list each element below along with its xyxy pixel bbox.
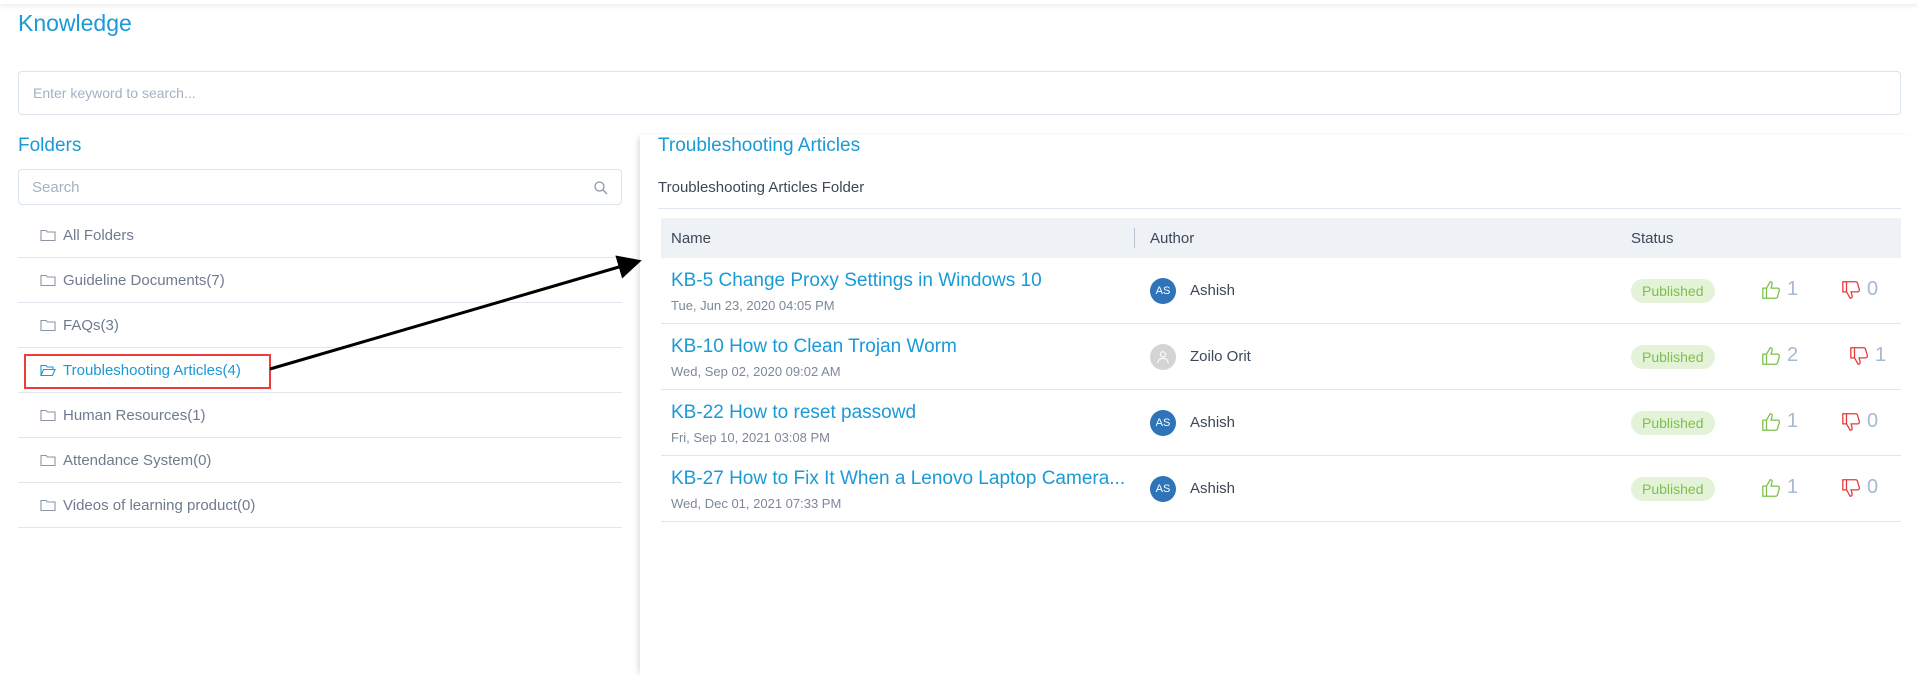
folder-search <box>18 169 622 205</box>
folder-item-all-folders[interactable]: All Folders <box>18 213 622 258</box>
thumbs-down-icon <box>1842 280 1861 299</box>
articles-panel: Troubleshooting Articles Troubleshooting… <box>640 135 1918 676</box>
like-count: 1 <box>1787 476 1799 498</box>
folder-item-attendance-system[interactable]: Attendance System(0) <box>18 438 622 483</box>
status-badge: Published <box>1631 411 1715 435</box>
like-button[interactable]: 1 <box>1761 410 1798 433</box>
avatar: AS <box>1150 410 1176 436</box>
thumbs-down-icon <box>1850 346 1869 365</box>
dislike-count: 0 <box>1867 476 1879 498</box>
column-header-name[interactable]: Name <box>671 230 711 247</box>
folder-label: Troubleshooting Articles(4) <box>63 361 241 379</box>
article-title-link[interactable]: KB-5 Change Proxy Settings in Windows 10 <box>671 270 1042 292</box>
dislike-count: 0 <box>1867 278 1879 300</box>
folder-label: All Folders <box>63 226 134 244</box>
folder-icon <box>40 319 56 332</box>
folder-item-human-resources[interactable]: Human Resources(1) <box>18 393 622 438</box>
avatar-placeholder <box>1150 344 1176 370</box>
table-row[interactable]: KB-5 Change Proxy Settings in Windows 10… <box>661 258 1901 324</box>
thumbs-up-icon <box>1762 412 1781 431</box>
dislike-button[interactable]: 0 <box>1841 476 1878 499</box>
search-icon[interactable] <box>593 180 609 196</box>
dislike-button[interactable]: 0 <box>1841 410 1878 433</box>
thumbs-up-icon <box>1762 478 1781 497</box>
author-name: Ashish <box>1190 282 1236 299</box>
table-header: Name Author Status <box>661 218 1901 258</box>
folder-icon <box>40 499 56 512</box>
thumbs-down-icon <box>1842 478 1861 497</box>
like-count: 1 <box>1787 278 1799 300</box>
thumbs-down-icon <box>1842 412 1861 431</box>
author-name: Ashish <box>1190 480 1236 497</box>
folder-subtitle: Troubleshooting Articles Folder <box>658 179 865 196</box>
page-title: Knowledge <box>18 10 132 36</box>
table-row[interactable]: KB-27 How to Fix It When a Lenovo Laptop… <box>661 456 1901 522</box>
status-badge: Published <box>1631 279 1715 303</box>
folder-item-videos-of-learning-product[interactable]: Videos of learning product(0) <box>18 483 622 528</box>
article-title-link[interactable]: KB-22 How to reset passowd <box>671 402 916 424</box>
folder-open-icon <box>40 364 56 377</box>
folder-label: Human Resources(1) <box>63 406 206 424</box>
like-button[interactable]: 1 <box>1761 278 1798 301</box>
folder-icon <box>40 409 56 422</box>
folder-label: Attendance System(0) <box>63 451 212 469</box>
folder-item-troubleshooting-articles[interactable]: Troubleshooting Articles(4) <box>18 348 622 393</box>
column-header-author[interactable]: Author <box>1150 230 1194 247</box>
like-count: 2 <box>1787 344 1799 366</box>
folder-label: FAQs(3) <box>63 316 119 334</box>
article-date: Wed, Dec 01, 2021 07:33 PM <box>671 496 842 511</box>
article-date: Tue, Jun 23, 2020 04:05 PM <box>671 298 835 313</box>
folder-icon <box>40 274 56 287</box>
author-name: Zoilo Orit <box>1190 348 1251 365</box>
thumbs-up-icon <box>1762 280 1781 299</box>
article-title-link[interactable]: KB-10 How to Clean Trojan Worm <box>671 336 957 358</box>
folder-search-input[interactable] <box>19 170 621 204</box>
like-count: 1 <box>1787 410 1799 432</box>
author-name: Ashish <box>1190 414 1236 431</box>
column-separator[interactable] <box>1134 228 1135 248</box>
dislike-count: 1 <box>1875 344 1887 366</box>
status-badge: Published <box>1631 477 1715 501</box>
article-title-link[interactable]: KB-27 How to Fix It When a Lenovo Laptop… <box>671 468 1125 490</box>
table-row[interactable]: KB-22 How to reset passowd Fri, Sep 10, … <box>661 390 1901 456</box>
dislike-button[interactable]: 1 <box>1849 344 1886 367</box>
avatar: AS <box>1150 278 1176 304</box>
keyword-search-input[interactable] <box>18 71 1901 115</box>
thumbs-up-icon <box>1762 346 1781 365</box>
table-row[interactable]: KB-10 How to Clean Trojan Worm Wed, Sep … <box>661 324 1901 390</box>
folder-item-guideline-documents[interactable]: Guideline Documents(7) <box>18 258 622 303</box>
articles-table: Name Author Status KB-5 Change Proxy Set… <box>661 218 1901 522</box>
status-badge: Published <box>1631 345 1715 369</box>
folder-label: Guideline Documents(7) <box>63 271 225 289</box>
like-button[interactable]: 2 <box>1761 344 1798 367</box>
folder-icon <box>40 454 56 467</box>
column-header-status[interactable]: Status <box>1631 230 1674 247</box>
like-button[interactable]: 1 <box>1761 476 1798 499</box>
dislike-count: 0 <box>1867 410 1879 432</box>
folders-title: Folders <box>18 135 82 156</box>
user-icon <box>1157 351 1169 364</box>
top-bar-shadow <box>0 0 1918 4</box>
folder-item-faqs[interactable]: FAQs(3) <box>18 303 622 348</box>
dislike-button[interactable]: 0 <box>1841 278 1878 301</box>
folder-icon <box>40 229 56 242</box>
divider <box>658 208 1901 209</box>
article-date: Fri, Sep 10, 2021 03:08 PM <box>671 430 830 445</box>
articles-title: Troubleshooting Articles <box>658 135 861 156</box>
folder-list: All Folders Guideline Documents(7) FAQs(… <box>18 213 622 528</box>
article-date: Wed, Sep 02, 2020 09:02 AM <box>671 364 841 379</box>
folder-label: Videos of learning product(0) <box>63 496 256 514</box>
avatar: AS <box>1150 476 1176 502</box>
